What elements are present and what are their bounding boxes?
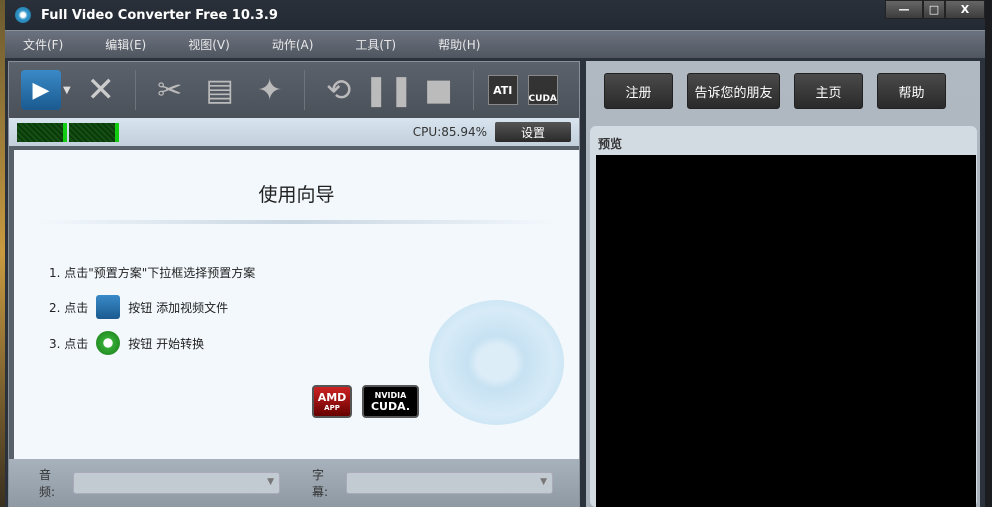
menu-bar: 文件(F) 编辑(E) 视图(V) 动作(A) 工具(T) 帮助(H): [5, 30, 985, 58]
convert-icon: [96, 331, 121, 355]
cpu-meter: [69, 122, 119, 142]
menu-view[interactable]: 视图(V): [188, 36, 230, 53]
guide-title: 使用向导: [258, 184, 335, 206]
usage-guide: 使用向导 1. 点击"预置方案"下拉框选择预置方案 2. 点击 按钮 添加视频文…: [14, 150, 579, 459]
ati-icon[interactable]: ATI: [487, 75, 518, 105]
add-video-icon: [96, 295, 121, 319]
step-text: 按钮 添加视频文件: [128, 300, 229, 315]
nvidia-cuda-logo: NVIDIA CUDA.: [362, 385, 419, 418]
homepage-button[interactable]: 主页: [794, 73, 863, 109]
preview-label: 预览: [598, 137, 623, 151]
menu-action[interactable]: 动作(A): [272, 36, 314, 53]
close-button[interactable]: X: [945, 0, 985, 19]
tell-friend-button[interactable]: 告诉您的朋友: [687, 73, 780, 109]
menu-edit[interactable]: 编辑(E): [105, 36, 146, 53]
step-text: 按钮 开始转换: [128, 336, 205, 351]
effects-wand-icon[interactable]: ✦: [250, 70, 290, 110]
menu-tools[interactable]: 工具(T): [355, 36, 396, 53]
stop-icon[interactable]: ■: [419, 70, 459, 110]
subtitle-select[interactable]: [345, 472, 553, 494]
step-text: 3. 点击: [49, 336, 89, 351]
audio-select[interactable]: [72, 472, 280, 494]
merge-icon[interactable]: ▤: [200, 70, 240, 110]
desktop-edge-right: [984, 0, 992, 507]
preview-panel: 预览: [590, 126, 977, 507]
main-panel: ▶ ▼ ✕ ✂ ▤ ✦ ⟲ ❚❚ ■ ATI CUDA CPU:85.94% 设…: [8, 61, 580, 507]
toolbar-divider: [472, 70, 474, 110]
remove-icon[interactable]: ✕: [81, 70, 121, 110]
cut-icon[interactable]: ✂: [150, 70, 190, 110]
step-text: 1. 点击"预置方案"下拉框选择预置方案: [49, 266, 256, 280]
add-dropdown-icon[interactable]: ▼: [63, 85, 71, 96]
menu-file[interactable]: 文件(F): [23, 36, 63, 53]
divider: [34, 220, 559, 224]
toolbar-divider: [303, 70, 305, 110]
guide-step-1: 1. 点击"预置方案"下拉框选择预置方案: [49, 264, 255, 281]
options-bar: 音频: 字幕:: [9, 459, 579, 507]
toolbar: ▶ ▼ ✕ ✂ ▤ ✦ ⟲ ❚❚ ■ ATI CUDA: [9, 62, 579, 118]
side-panel: 注册 告诉您的朋友 主页 帮助 预览: [586, 61, 980, 507]
title-bar: Full Video Converter Free 10.3.9 — □ X: [5, 0, 985, 30]
pause-icon[interactable]: ❚❚: [364, 70, 414, 110]
convert-icon[interactable]: ⟲: [319, 70, 359, 110]
maximize-button[interactable]: □: [923, 0, 945, 19]
cpu-usage: CPU:85.94%: [412, 125, 487, 139]
add-video-icon[interactable]: ▶: [21, 70, 61, 110]
window-title: Full Video Converter Free 10.3.9: [41, 7, 278, 23]
status-bar: CPU:85.94% 设置: [9, 118, 579, 146]
film-reel-watermark-icon: [429, 300, 564, 425]
guide-step-3: 3. 点击 按钮 开始转换: [49, 331, 204, 355]
step-text: 2. 点击: [49, 300, 89, 315]
cuda-icon[interactable]: CUDA: [527, 75, 558, 105]
app-logo-icon: [15, 7, 31, 23]
amd-app-logo: AMD APP: [312, 385, 352, 418]
register-button[interactable]: 注册: [604, 73, 673, 109]
settings-button[interactable]: 设置: [495, 122, 571, 142]
preview-screen: [596, 155, 976, 507]
audio-label: 音频:: [39, 468, 56, 499]
help-button[interactable]: 帮助: [877, 73, 946, 109]
minimize-button[interactable]: —: [885, 0, 923, 19]
toolbar-divider: [134, 70, 136, 110]
cpu-meter: [17, 122, 67, 142]
menu-help[interactable]: 帮助(H): [438, 36, 480, 53]
subtitle-label: 字幕:: [312, 468, 329, 499]
guide-step-2: 2. 点击 按钮 添加视频文件: [49, 295, 228, 319]
